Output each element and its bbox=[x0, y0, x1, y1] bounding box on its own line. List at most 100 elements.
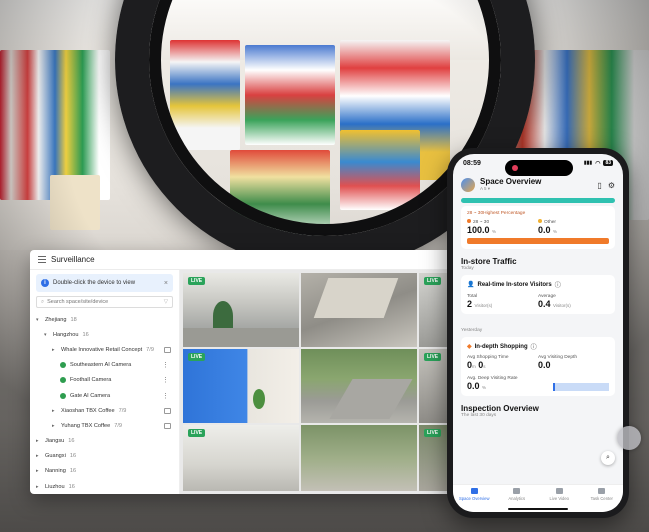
video-tile[interactable]: LIVE bbox=[183, 349, 299, 423]
surveillance-header: Surveillance bbox=[30, 250, 455, 270]
tree-node[interactable]: ▸ Yuhang TBX Coffee 7/9 bbox=[36, 418, 173, 433]
battery-icon: 83 bbox=[603, 160, 613, 166]
tree-node[interactable]: ▸ Guangxi 16 bbox=[36, 449, 173, 464]
tree-node[interactable]: ▾ Zhejiang 18 bbox=[36, 312, 173, 327]
tree-node[interactable]: ▸ Jiangsu 16 bbox=[36, 434, 173, 449]
tree-node[interactable]: ▸ Whale Innovative Retail Concept 7/9 bbox=[36, 342, 173, 357]
live-badge: LIVE bbox=[188, 429, 206, 437]
tree-node[interactable]: Southeastern AI Camera ⋮ bbox=[36, 358, 173, 373]
tree-node-count: 16 bbox=[68, 483, 75, 490]
menu-icon[interactable] bbox=[38, 256, 46, 263]
task-icon bbox=[598, 488, 606, 494]
tree-node[interactable]: ▾ Hangzhou 16 bbox=[36, 327, 173, 342]
monitor-icon[interactable] bbox=[164, 422, 171, 429]
dynamic-island bbox=[505, 160, 573, 176]
percent-unit: % bbox=[492, 229, 497, 234]
age-b-value: 0.0 bbox=[538, 225, 551, 235]
tree-node-label: Jiangsu bbox=[45, 438, 65, 445]
hint-text: Double-click the device to view bbox=[53, 280, 136, 286]
inspection-sub: The last 30 days bbox=[461, 413, 497, 418]
live-badge: LIVE bbox=[424, 429, 442, 437]
yesterday-label: Yesterday bbox=[461, 328, 483, 333]
monitor-icon[interactable] bbox=[164, 346, 171, 353]
search-icon: ⌕ bbox=[41, 298, 45, 305]
deep-rate-value: 0.0 bbox=[467, 381, 480, 391]
caret-icon[interactable]: ▸ bbox=[36, 438, 41, 444]
tree-node-label: Nanning bbox=[45, 468, 66, 475]
tree-node-count: 16 bbox=[69, 453, 77, 460]
age-label: 28 ~ 30Highest Percentage bbox=[467, 211, 526, 216]
total-unit: Visitor(s) bbox=[474, 303, 493, 308]
tree-node[interactable]: ▸ Xiaoshan TBX Coffee 7/9 bbox=[36, 403, 173, 418]
avatar[interactable] bbox=[461, 178, 475, 192]
more-icon[interactable]: ⋮ bbox=[162, 361, 169, 369]
monitor-icon[interactable] bbox=[164, 407, 171, 414]
video-tile[interactable]: LIVE bbox=[183, 273, 299, 347]
close-icon[interactable]: × bbox=[164, 280, 168, 287]
search-fab-icon[interactable]: ⌕ bbox=[601, 451, 615, 465]
wifi-icon: ◠ bbox=[595, 160, 601, 167]
tree-node-count: 16 bbox=[82, 331, 89, 338]
tab-space-overview[interactable]: Space Overview bbox=[453, 488, 496, 512]
caret-icon[interactable]: ▾ bbox=[36, 317, 41, 323]
status-time: 08:59 bbox=[463, 159, 481, 167]
tree-node-label: Liuzhou bbox=[45, 483, 65, 490]
age-card: 28 ~ 30Highest Percentage 28 ~ 30 100.0 … bbox=[461, 206, 615, 249]
caret-icon[interactable]: ▾ bbox=[44, 332, 49, 338]
surveillance-title: Surveillance bbox=[51, 255, 95, 264]
settings-icon[interactable]: ⚙ bbox=[608, 181, 615, 190]
deep-rate-bar bbox=[553, 383, 609, 391]
phone-device: 08:59 ▮▮▮ ◠ 83 Space Overview A 5 ▾ ▯ ⚙ … bbox=[447, 148, 641, 518]
caret-icon[interactable]: ▸ bbox=[52, 347, 57, 353]
tree-node-label: Gate AI Camera bbox=[70, 392, 111, 399]
video-tile[interactable] bbox=[301, 349, 417, 423]
age-bar-top bbox=[461, 198, 615, 203]
tree-node-label: Southeastern AI Camera bbox=[70, 362, 132, 369]
flame-icon: ◆ bbox=[467, 344, 472, 350]
filter-icon[interactable]: ▽ bbox=[164, 299, 168, 305]
avg-unit: Visitor(s) bbox=[553, 303, 571, 308]
video-icon bbox=[555, 488, 563, 494]
caret-icon[interactable]: ▸ bbox=[36, 453, 41, 459]
tree-node-count: 7/9 bbox=[118, 407, 127, 414]
tree-node[interactable]: Gate AI Camera ⋮ bbox=[36, 388, 173, 403]
video-tile[interactable]: LIVE bbox=[183, 425, 299, 491]
video-tile[interactable] bbox=[301, 273, 417, 347]
surveillance-window: Surveillance i Double-click the device t… bbox=[30, 250, 455, 494]
search-box[interactable]: ⌕ ▽ bbox=[36, 296, 173, 308]
caret-icon[interactable]: ▸ bbox=[36, 468, 41, 474]
camera-icon bbox=[60, 392, 66, 399]
visitors-card[interactable]: 👤 Real-time In-store Visitors ⓘ Total 2 Vi… bbox=[461, 275, 615, 314]
tree-node-label: Zhejiang bbox=[45, 316, 67, 323]
tab-label: Space Overview bbox=[459, 496, 490, 501]
age-a-value: 100.0 bbox=[467, 225, 490, 235]
user-icon: 👤 bbox=[467, 282, 475, 288]
caret-icon[interactable]: ▸ bbox=[52, 423, 57, 429]
video-tile[interactable] bbox=[301, 425, 417, 491]
depth-title: In-depth Shopping bbox=[474, 343, 528, 350]
camera-icon bbox=[60, 362, 66, 369]
traffic-title: In-store Traffic bbox=[461, 257, 517, 266]
tree-node-label: Yuhang TBX Coffee bbox=[61, 422, 111, 429]
tree-list: ▾ Zhejiang 18 ▾ Hangzhou 16 ▸ Whale Innovative … bbox=[36, 312, 173, 494]
tree-node[interactable]: ▸ Liuzhou 16 bbox=[36, 479, 173, 494]
search-input[interactable] bbox=[47, 299, 161, 305]
more-icon[interactable]: ⋮ bbox=[162, 376, 169, 384]
tree-node-count: 7/9 bbox=[146, 346, 154, 353]
info-icon: ⓘ bbox=[554, 283, 561, 289]
live-badge: LIVE bbox=[424, 353, 442, 361]
tree-node-label: Guangxi bbox=[45, 453, 66, 460]
layout-icon[interactable]: ▯ bbox=[597, 181, 601, 190]
tab-task-center[interactable]: Task Center bbox=[581, 488, 624, 512]
tree-node[interactable]: ▸ Nanning 16 bbox=[36, 464, 173, 479]
depth-card[interactable]: ◆ In-depth Shopping ⓘ Avg Shopping Time 0m… bbox=[461, 337, 615, 396]
caret-icon[interactable]: ▸ bbox=[52, 408, 57, 414]
app-title: Space Overview bbox=[480, 177, 542, 186]
avg-value: 0.4 bbox=[538, 299, 551, 309]
tree-node[interactable]: Foothall Camera ⋮ bbox=[36, 373, 173, 388]
visit-depth-value: 0.0 bbox=[538, 360, 551, 370]
yellow-dot bbox=[538, 219, 542, 223]
caret-icon[interactable]: ▸ bbox=[36, 484, 41, 490]
more-icon[interactable]: ⋮ bbox=[162, 392, 169, 400]
space-selector[interactable]: A 5 ▾ bbox=[480, 186, 541, 192]
